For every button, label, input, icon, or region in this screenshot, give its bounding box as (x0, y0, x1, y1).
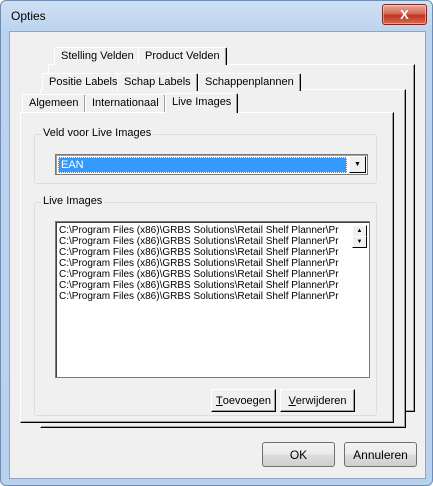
tab-internationaal[interactable]: Internationaal (85, 94, 166, 112)
chevron-down-icon: ▼ (354, 161, 361, 168)
cancel-button[interactable]: Annuleren (344, 442, 417, 467)
list-item[interactable]: C:\Program Files (x86)\GRBS Solutions\Re… (59, 247, 353, 258)
scroll-down-button[interactable]: ▼ (352, 236, 367, 248)
combo-dropdown-button[interactable]: ▼ (349, 156, 366, 173)
dialog-client-area: Stelling Velden Product Velden Positie L… (9, 31, 426, 479)
tab-product-velden[interactable]: Product Velden (138, 47, 227, 65)
add-button[interactable]: Toevoegen (211, 389, 276, 412)
tab-live-images[interactable]: Live Images (165, 93, 239, 113)
close-icon: X (400, 7, 409, 22)
tab-schappenplannen[interactable]: Schappenplannen (198, 73, 301, 91)
tab-stelling-velden[interactable]: Stelling Velden (54, 47, 141, 65)
remove-button-label: erwijderen (295, 394, 347, 407)
chevron-up-icon: ▲ (356, 228, 363, 234)
images-groupbox: Live Images C:\Program Files (x86)\GRBS … (34, 195, 377, 416)
list-item[interactable]: C:\Program Files (x86)\GRBS Solutions\Re… (59, 280, 353, 291)
remove-button-mnemonic: V (288, 394, 296, 407)
list-item[interactable]: C:\Program Files (x86)\GRBS Solutions\Re… (59, 225, 353, 236)
chevron-down-icon: ▼ (356, 239, 363, 245)
remove-button[interactable]: Verwijderen (280, 389, 355, 412)
ok-button[interactable]: OK (262, 442, 335, 467)
field-groupbox: Veld voor Live Images EAN ▼ (34, 127, 377, 184)
list-item[interactable]: C:\Program Files (x86)\GRBS Solutions\Re… (59, 269, 353, 280)
live-images-field-combo[interactable]: EAN ▼ (55, 154, 368, 175)
list-item[interactable]: C:\Program Files (x86)\GRBS Solutions\Re… (59, 236, 353, 247)
options-dialog: Opties X Stelling Velden Product Velden … (0, 0, 433, 486)
add-button-mnemonic: T (215, 394, 223, 407)
add-button-label: oevoegen (222, 394, 272, 407)
title-bar: Opties X (1, 1, 432, 31)
tab-positie-labels[interactable]: Positie Labels (42, 73, 125, 91)
window-title: Opties (11, 9, 46, 23)
tab-algemeen[interactable]: Algemeen (22, 94, 86, 112)
tab-schap-labels[interactable]: Schap Labels (117, 73, 198, 91)
close-button[interactable]: X (382, 4, 427, 25)
combo-selected-value: EAN (58, 157, 347, 173)
live-images-list[interactable]: C:\Program Files (x86)\GRBS Solutions\Re… (55, 221, 370, 378)
list-item[interactable]: C:\Program Files (x86)\GRBS Solutions\Re… (59, 258, 353, 269)
images-group-title: Live Images (41, 195, 105, 207)
list-item[interactable]: C:\Program Files (x86)\GRBS Solutions\Re… (59, 291, 353, 302)
field-group-title: Veld voor Live Images (41, 127, 154, 139)
